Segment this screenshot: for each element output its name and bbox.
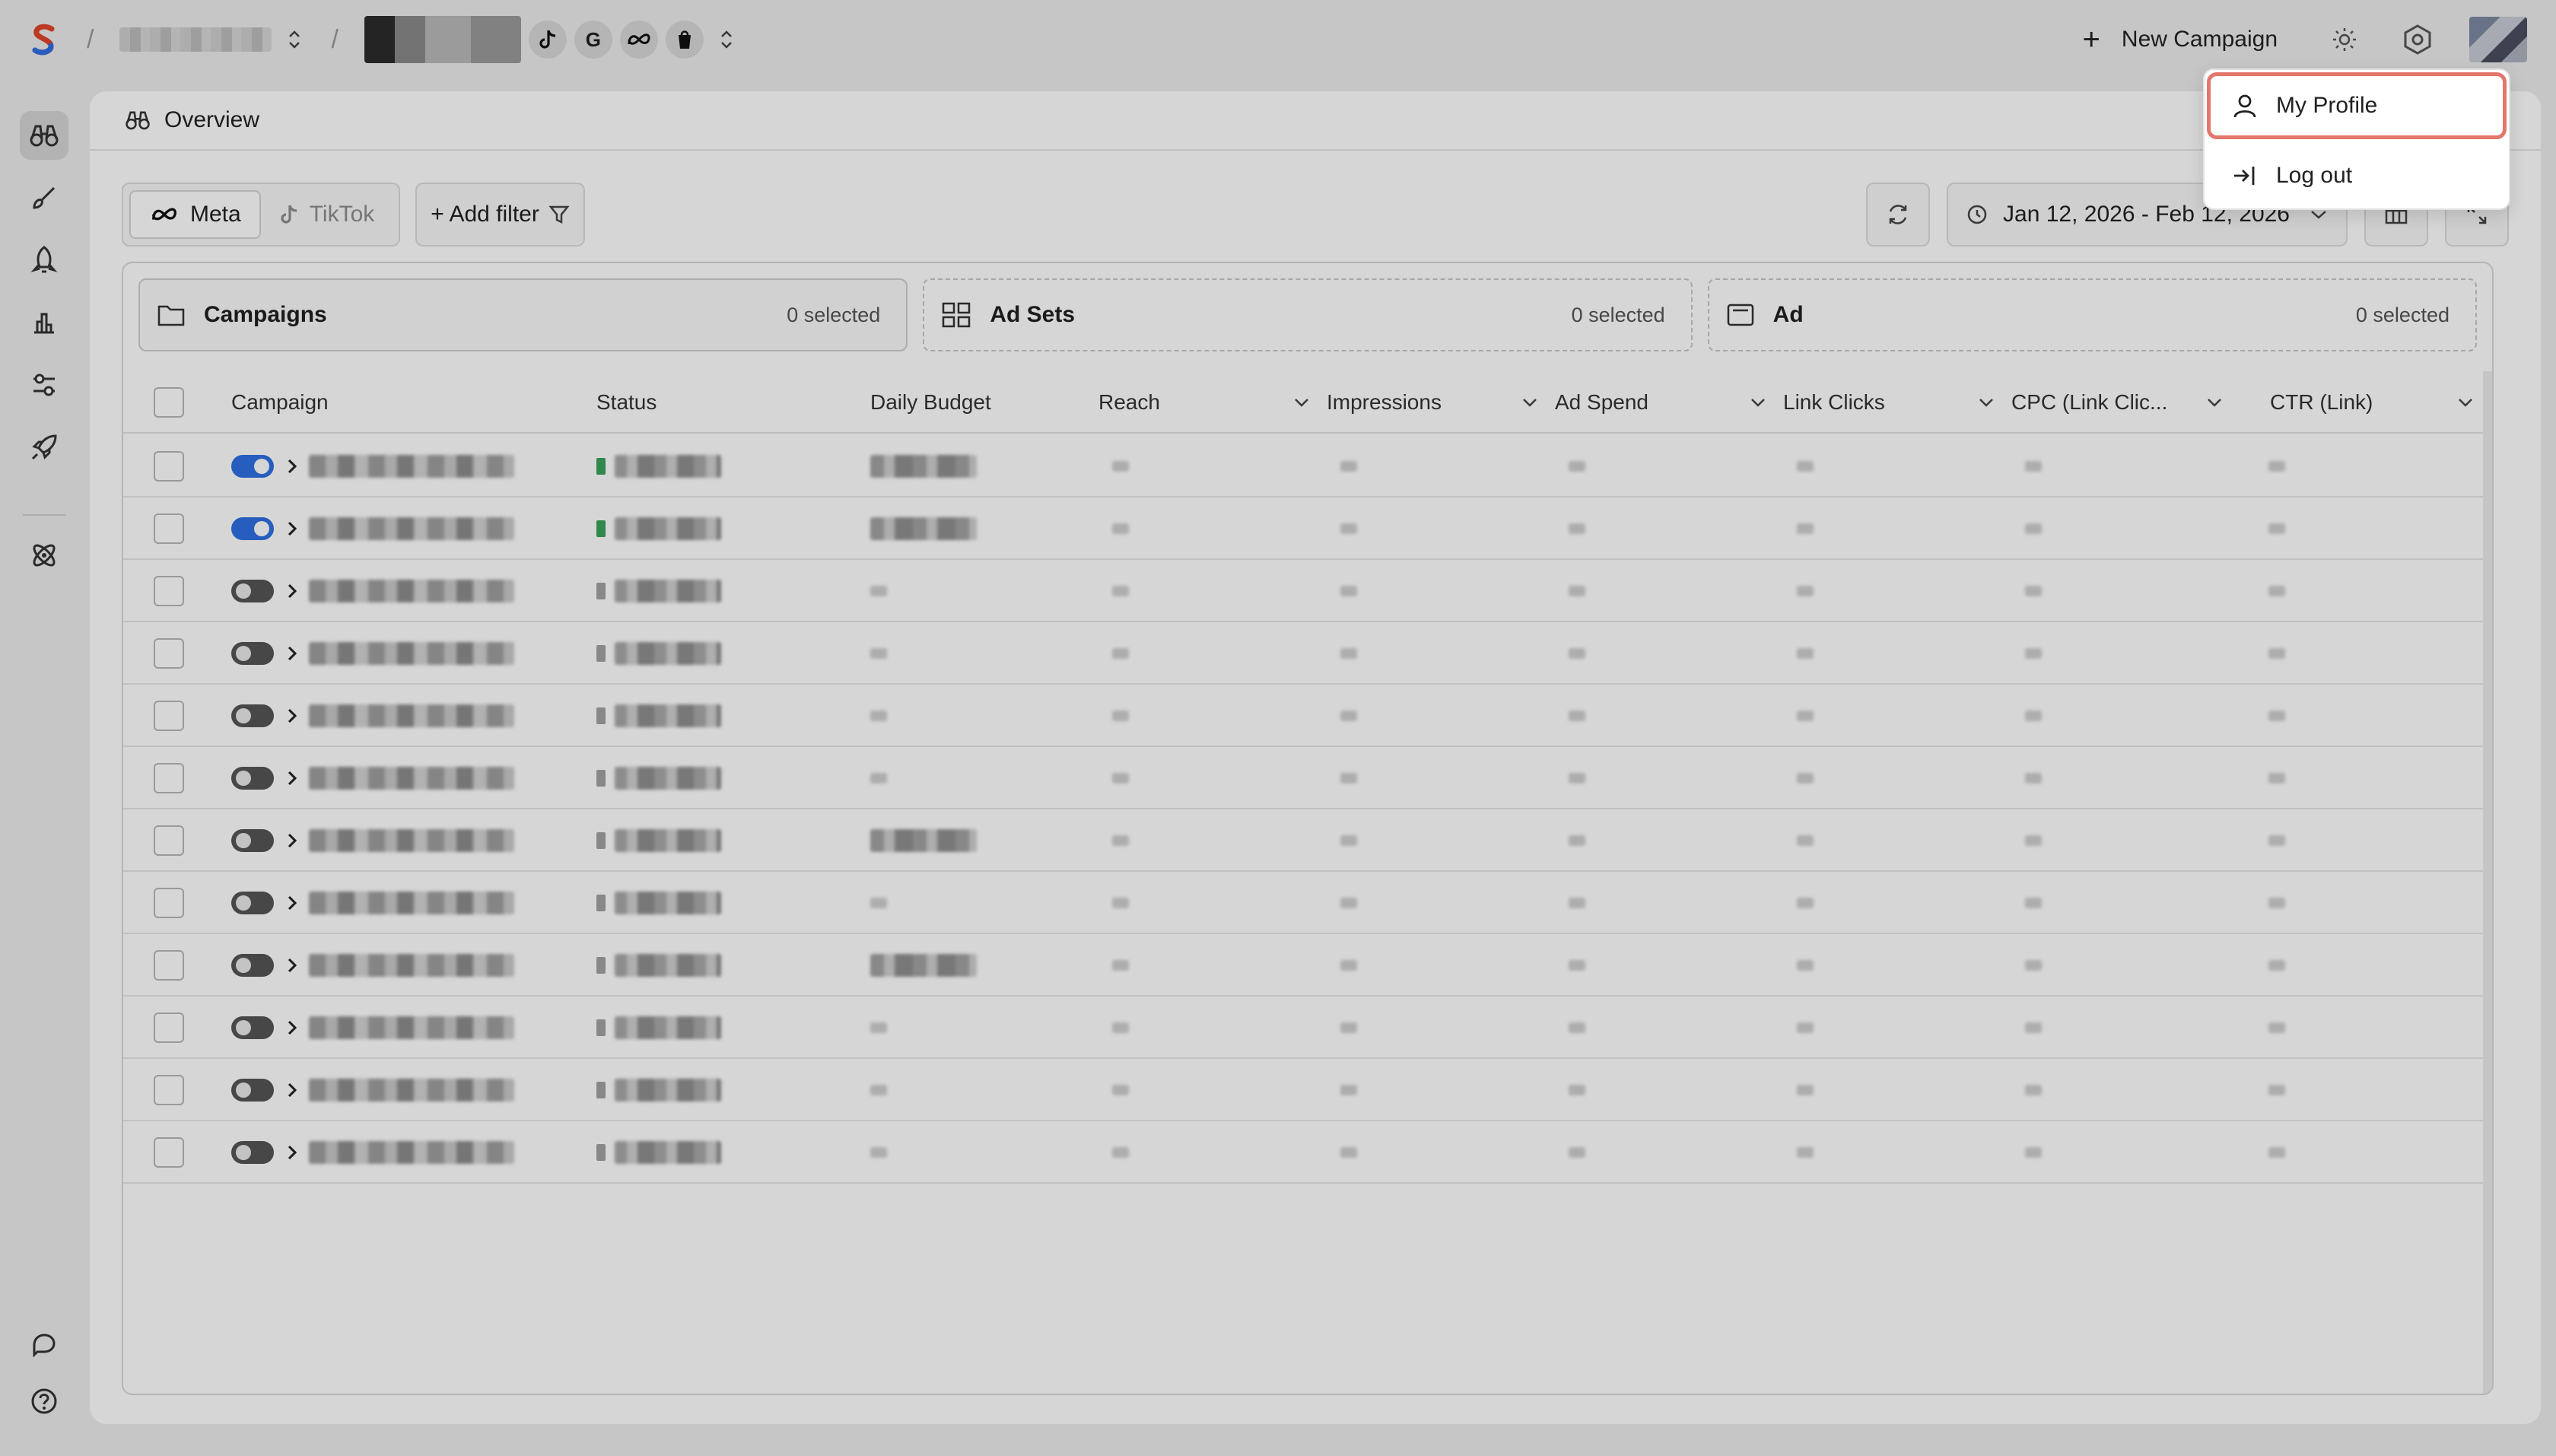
user-menu: My Profile Log out bbox=[2203, 68, 2510, 210]
menu-item-log-out[interactable]: Log out bbox=[2209, 145, 2504, 207]
logout-icon bbox=[2232, 164, 2262, 187]
user-icon bbox=[2232, 93, 2262, 119]
menu-item-my-profile[interactable]: My Profile bbox=[2207, 72, 2507, 139]
modal-overlay[interactable] bbox=[0, 0, 2556, 1456]
menu-item-label: My Profile bbox=[2276, 93, 2378, 118]
menu-item-label: Log out bbox=[2276, 163, 2353, 188]
